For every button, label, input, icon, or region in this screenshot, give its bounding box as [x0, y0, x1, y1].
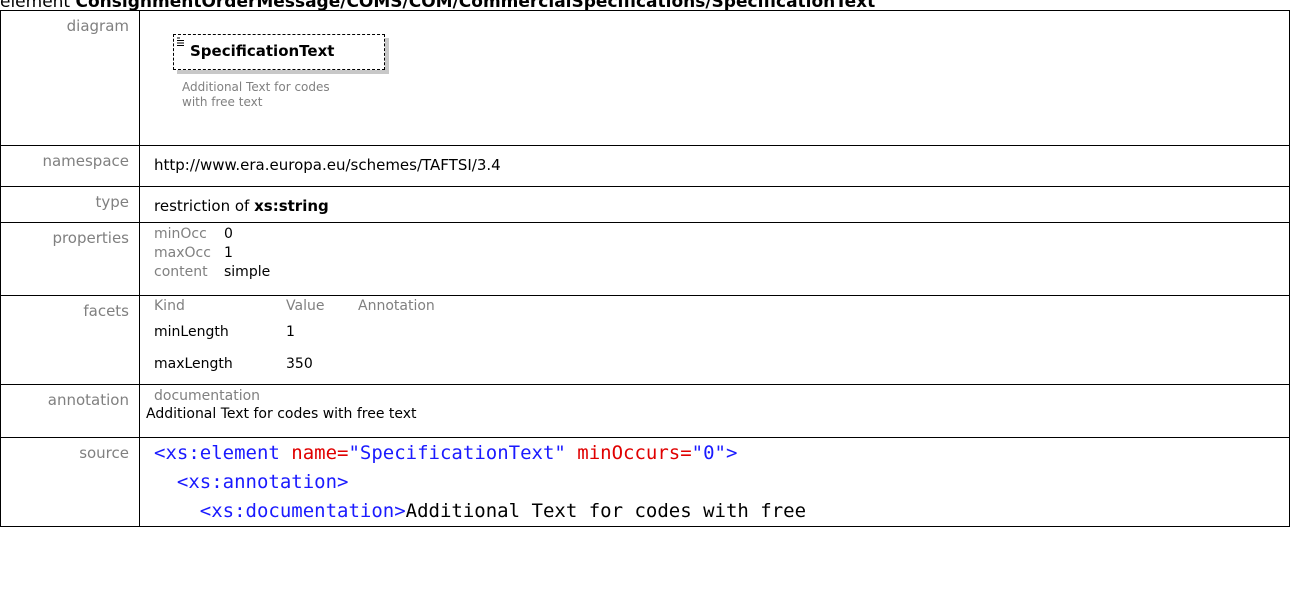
facet-annotation — [358, 316, 435, 348]
element-icon — [177, 37, 184, 46]
facets-header-annotation: Annotation — [358, 298, 435, 314]
prop-row: minOcc 0 — [154, 225, 270, 244]
label-diagram: diagram — [0, 10, 140, 146]
row-namespace: namespace http://www.era.europa.eu/schem… — [0, 145, 1290, 187]
facet-kind: minLength — [154, 324, 229, 340]
type-prefix: restriction of — [154, 197, 250, 215]
prop-value: simple — [224, 264, 271, 280]
annotation-doc-text: Additional Text for codes with free text — [146, 406, 417, 422]
prop-key: content — [154, 264, 208, 280]
prop-value: 0 — [224, 226, 233, 242]
diagram-element-box[interactable]: SpecificationText — [173, 34, 385, 70]
diagram-cell — [139, 10, 1290, 146]
annotation-doc-label: documentation — [154, 388, 261, 404]
facet-value: 1 — [286, 324, 295, 340]
prop-row: maxOcc 1 — [154, 244, 270, 263]
label-namespace: namespace — [0, 145, 140, 187]
diagram-element-name: SpecificationText — [190, 42, 335, 60]
namespace-value: http://www.era.europa.eu/schemes/TAFTSI/… — [154, 156, 501, 174]
facets-header-kind: Kind — [154, 298, 185, 314]
source-code: <xs:element name="SpecificationText" min… — [154, 439, 1289, 526]
label-type: type — [0, 186, 140, 223]
row-properties: properties minOcc 0 maxOcc 1 content sim… — [0, 222, 1290, 296]
facets-header-value: Value — [286, 298, 325, 314]
facet-row: maxLength 350 — [154, 348, 435, 380]
properties-kv: minOcc 0 maxOcc 1 content simple — [154, 225, 270, 282]
facet-row: minLength 1 — [154, 316, 435, 348]
facet-value: 350 — [286, 356, 313, 372]
label-annotation: annotation — [0, 384, 140, 438]
prop-key: maxOcc — [154, 245, 211, 261]
facets-header-row: Kind Value Annotation — [154, 296, 435, 316]
source-line: <xs:documentation>Additional Text for co… — [154, 500, 807, 522]
facets-table: Kind Value Annotation minLength 1 maxLen… — [154, 296, 435, 380]
diagram-caption: Additional Text for codes with free text — [182, 80, 330, 109]
source-line: <xs:element name="SpecificationText" min… — [154, 442, 738, 464]
type-base-link[interactable]: xs:string — [254, 197, 329, 215]
prop-row: content simple — [154, 263, 270, 282]
label-properties: properties — [0, 222, 140, 296]
row-diagram: diagram — [0, 10, 1290, 146]
row-source: source <xs:element name="SpecificationTe… — [0, 437, 1290, 527]
label-source: source — [0, 437, 140, 527]
row-type: type restriction of xs:string — [0, 186, 1290, 223]
row-facets: facets Kind Value Annotation minLength 1… — [0, 295, 1290, 385]
label-facets: facets — [0, 295, 140, 385]
prop-key: minOcc — [154, 226, 207, 242]
facet-kind: maxLength — [154, 356, 233, 372]
row-annotation: annotation documentation Additional Text… — [0, 384, 1290, 438]
source-line: <xs:annotation> — [154, 471, 349, 493]
type-value: restriction of xs:string — [154, 187, 1289, 215]
facet-annotation — [358, 348, 435, 380]
prop-value: 1 — [224, 245, 233, 261]
